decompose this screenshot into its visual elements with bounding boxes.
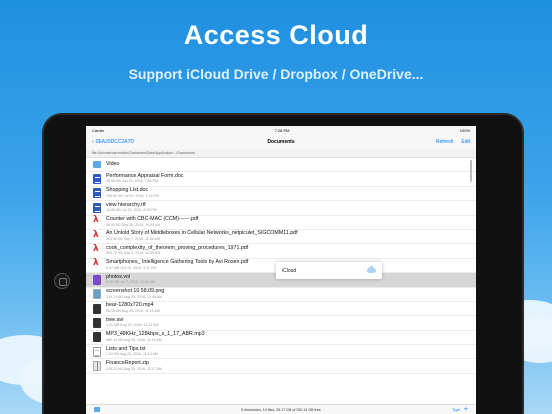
file-row[interactable]: Lists and Tips.txt 7.52 KB Aug 25, 2016, … xyxy=(86,345,476,360)
nav-bar: ‹ 0EA29DCC2A7D Documents Refresh Edit xyxy=(86,134,476,149)
cloud-icon xyxy=(367,266,376,273)
back-label: 0EA29DCC2A7D xyxy=(95,138,135,145)
type-button[interactable]: Type xyxy=(452,408,460,412)
scroll-indicator[interactable] xyxy=(470,160,472,182)
file-meta: 480.44 KB Aug 25, 2016, 11:16 AM xyxy=(106,337,162,342)
file-row[interactable]: An Untold Story of Middleboxes in Cellul… xyxy=(86,230,476,245)
file-row[interactable]: bear-1280x720.mp4 56.95 KB Aug 25, 2016, … xyxy=(86,302,476,317)
file-meta: 503.72 KB Sep 6, 2016, 10:58 AM xyxy=(106,251,161,256)
file-meta: 99.53 KB Sep 28, 2015, 10:55 AM xyxy=(106,222,161,227)
file-list: Video Performance Appraisal Form.doc 38.58… xyxy=(86,158,476,404)
file-row[interactable]: tree.avi 1.41 MB Aug 25, 2016, 11:13 AM xyxy=(86,316,476,331)
file-meta: 1.41 MB Aug 25, 2016, 11:13 AM xyxy=(106,323,159,328)
file-meta: 16.88 KB Jul 19, 2016, 8:29 PM xyxy=(106,208,157,213)
file-meta: 38.58 KB Jun 22, 2016, 7:56 PM xyxy=(106,179,158,184)
storage-summary: 6 directories, 14 files, 25.17 GB of 250… xyxy=(241,407,321,412)
home-button[interactable] xyxy=(54,273,70,289)
file-row[interactable]: Performance Appraisal Form.doc 38.58 KB J… xyxy=(86,172,476,187)
file-meta: 56.95 KB Aug 25, 2016, 11:15 AM xyxy=(106,308,160,313)
refresh-button[interactable]: Refresh xyxy=(436,139,454,145)
file-meta: 7.52 KB Aug 25, 2016, 11:14 AM xyxy=(106,352,158,357)
vid-file-icon xyxy=(93,332,101,343)
nav-title: Documents xyxy=(267,138,295,145)
status-bar: Carrier 7:28 PM 100% xyxy=(86,126,476,134)
file-row[interactable]: cook_complexity_of_theorem_proving_proce… xyxy=(86,244,476,259)
vid-file-icon xyxy=(93,303,101,314)
folder-icon[interactable] xyxy=(94,407,100,412)
file-name: Video xyxy=(106,160,120,167)
file-row[interactable]: FinanceReport.zip 128.23 KB Aug 25, 2016,… xyxy=(86,359,476,374)
file-row[interactable]: Shopping List.doc 768.50 KB Jul 20, 2016,… xyxy=(86,187,476,202)
doc-file-icon xyxy=(93,174,101,185)
file-row[interactable]: Video xyxy=(86,158,476,173)
pdf-file-icon xyxy=(93,258,101,270)
vol-file-icon xyxy=(93,274,101,285)
edit-button[interactable]: Edit xyxy=(461,139,470,145)
promo-headline: Access Cloud xyxy=(183,20,369,50)
cloud-popup[interactable]: iCloud xyxy=(276,262,382,279)
file-row[interactable]: MP3_48KHz_128kbps_s_1_17_ABR.mp3 480.44 K… xyxy=(86,331,476,346)
txt-file-icon xyxy=(93,346,101,357)
vid-file-icon xyxy=(93,317,101,328)
file-row[interactable]: view hierarchy.rtf 16.88 KB Jul 19, 2016,… xyxy=(86,201,476,216)
file-meta: 768.50 KB Jul 20, 2016, 7:13 PM xyxy=(106,193,159,198)
promo-subline: Support iCloud Drive / Dropbox / OneDriv… xyxy=(128,66,424,82)
battery-label: 100% xyxy=(459,127,470,133)
clock-label: 7:28 PM xyxy=(274,127,290,133)
file-meta: 2.47 MB Oct 25, 2015, 3:11 PM xyxy=(106,265,157,270)
folder-file-icon xyxy=(93,161,101,169)
file-row[interactable]: screenshot 10.58.09.png 139.74 KB Aug 25,… xyxy=(86,288,476,302)
back-button[interactable]: ‹ 0EA29DCC2A7D xyxy=(92,139,134,145)
file-meta: 5.00 MB Jul 7, 2016, 10:52 AM xyxy=(106,280,156,285)
file-name: Smartphones_ Intelligence Gathering Tool… xyxy=(106,259,249,266)
carrier-label: Carrier xyxy=(92,127,105,133)
file-name: screenshot 10.58.09.png xyxy=(106,288,165,295)
pdf-file-icon xyxy=(93,215,101,227)
pdf-file-icon xyxy=(93,244,101,256)
doc-file-icon xyxy=(93,202,101,213)
doc-file-icon xyxy=(93,188,101,199)
file-meta: 128.23 KB Aug 25, 2016, 11:17 AM xyxy=(106,366,162,371)
file-meta: 304.35 KB Sep 7, 2016, 11:06 AM xyxy=(106,237,161,242)
icloud-label: iCloud xyxy=(282,267,297,274)
file-name: FinanceReport.zip xyxy=(106,360,149,366)
add-button[interactable]: + xyxy=(464,406,468,413)
file-meta: 139.74 KB Aug 25, 2016, 10:58 AM xyxy=(106,294,163,299)
pdf-file-icon xyxy=(93,230,101,242)
zip-file-icon xyxy=(93,361,101,372)
file-row[interactable]: Counter with CBC-MAC (CCM)------.pdf99.5… xyxy=(86,215,476,230)
chevron-left-icon: ‹ xyxy=(92,138,94,145)
file-name: MP3_48KHz_128kbps_s_1_17_ABR.mp3 xyxy=(106,331,205,338)
file-name: Counter with CBC-MAC (CCM)------.pdf xyxy=(106,216,199,223)
img-file-icon xyxy=(93,289,101,300)
path-bar: file:///private/var/mobile/Containers/Da… xyxy=(86,149,476,158)
bottom-toolbar: 6 directories, 14 files, 25.17 GB of 250… xyxy=(86,404,476,414)
